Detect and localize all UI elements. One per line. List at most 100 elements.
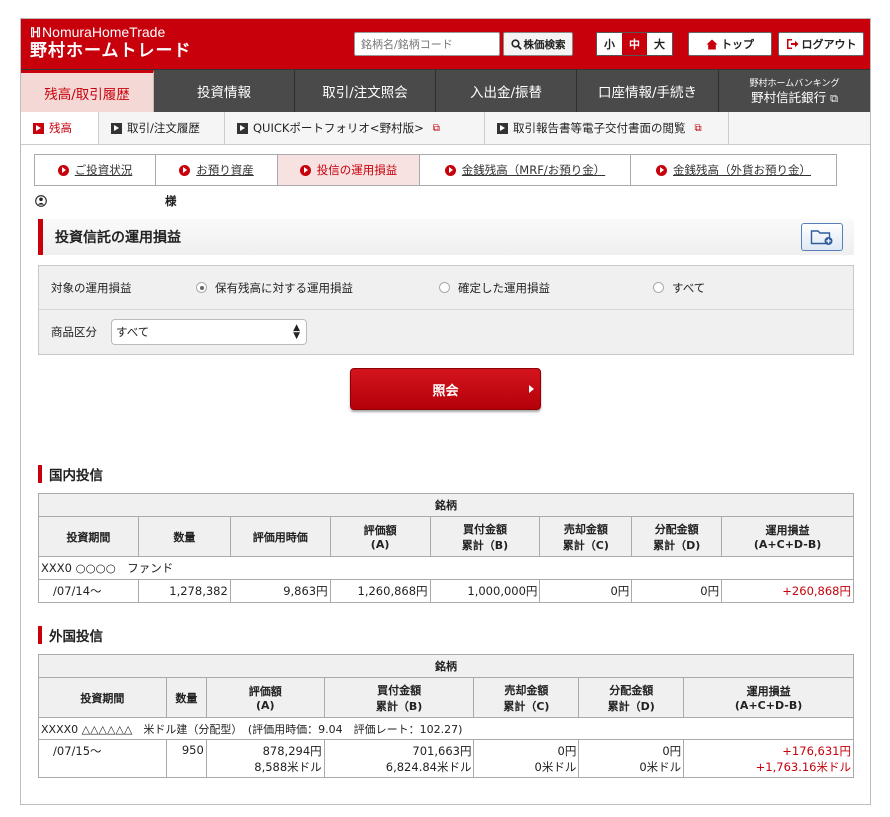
bank-large-label: 野村信託銀行 — [751, 89, 827, 105]
logo[interactable]: ℍNomuraHomeTrade 野村ホームトレード — [30, 24, 192, 61]
tab-fund-pnl[interactable]: 投信の運用損益 — [278, 155, 420, 185]
sale-cell: 0円 — [539, 579, 633, 603]
column-header: 投資期間 — [38, 516, 139, 557]
purchase-cell: 1,000,000円 — [429, 579, 541, 603]
font-size-selector: 小 中 大 — [596, 32, 673, 56]
foreign-heading: 外国投信 — [38, 626, 103, 645]
user-row: 様 — [35, 193, 177, 209]
sub-nav: 残高 取引/注文履歴 QUICKポートフォリオ<野村版> ⧉ 取引報告書等電子交付… — [21, 112, 870, 145]
sub-nav-balance-label: 残高 — [49, 121, 72, 135]
foreign-table: 銘柄 投資期間 数量 評価額 (A) 買付金額 累計（B) 売却金額 累計（C) 分配… — [38, 654, 854, 778]
top-button-label: トップ — [721, 38, 754, 51]
column-header: 分配金額 累計（D) — [578, 677, 685, 718]
column-header: 数量 — [137, 516, 231, 557]
main-nav-nomura-bank[interactable]: 野村ホームバンキング 野村信託銀行 ⧉ — [719, 70, 870, 112]
logout-button-label: ログアウト — [801, 38, 857, 51]
user-suffix: 様 — [165, 194, 177, 208]
column-header: 売却金額 累計（C) — [539, 516, 633, 557]
radio-holding-pnl[interactable]: 保有残高に対する運用損益 — [196, 280, 353, 296]
font-size-small[interactable]: 小 — [597, 33, 622, 55]
updown-arrow-icon: ▲ ▼ — [293, 323, 300, 341]
sub-nav-balance[interactable]: 残高 — [21, 112, 99, 144]
column-header: 投資期間 — [38, 677, 167, 718]
sub-nav-quick-portfolio[interactable]: QUICKポートフォリオ<野村版> ⧉ — [225, 112, 485, 144]
arrow-circle-icon — [444, 164, 456, 176]
eval-amount-cell: 878,294円 8,588米ドル — [205, 739, 325, 778]
target-pnl-label: 対象の運用損益 — [51, 280, 132, 295]
column-header: 分配金額 累計（D) — [631, 516, 723, 557]
main-nav: 残高/取引履歴 投資情報 取引/注文照会 入出金/振替 口座情報/手続き 野村ホ… — [21, 69, 870, 112]
column-header: 買付金額 累計（B) — [429, 516, 541, 557]
font-size-medium[interactable]: 中 — [622, 33, 647, 55]
sub-nav-electronic-reports[interactable]: 取引報告書等電子交付書面の閲覧 ⧉ — [485, 112, 729, 144]
column-header: 銘柄 — [38, 654, 854, 678]
sub-nav-order-history[interactable]: 取引/注文履歴 — [99, 112, 225, 144]
distribution-cell: 0円 — [631, 579, 723, 603]
column-header: 評価額 (A) — [205, 677, 325, 718]
sale-cell: 0円 0米ドル — [473, 739, 580, 778]
arrow-circle-icon — [299, 164, 311, 176]
fund-name: XXX0 ○○○○ ファンド — [38, 556, 854, 580]
main-nav-orders[interactable]: 取引/注文照会 — [295, 70, 436, 112]
external-link-icon: ⧉ — [830, 91, 838, 105]
search-icon — [510, 38, 522, 50]
logout-button[interactable]: ログアウト — [778, 32, 864, 56]
query-button-label: 照会 — [432, 383, 459, 399]
header: ℍNomuraHomeTrade 野村ホームトレード 株価検索 小 中 大 トッ… — [21, 19, 870, 69]
tab-cash-mrf[interactable]: 金銭残高（MRF/お預り金） — [420, 155, 631, 185]
logo-mark-icon: ℍ — [30, 25, 42, 40]
arrow-square-icon — [497, 122, 508, 134]
search-input[interactable] — [354, 32, 500, 56]
home-icon — [706, 39, 718, 49]
domestic-table: 銘柄 投資期間 数量 評価用時価 評価額 (A) 買付金額 累計（B) 売却金額 累計… — [38, 493, 854, 603]
bank-small-label: 野村ホームバンキング — [749, 78, 840, 89]
folder-add-icon — [810, 230, 833, 245]
radio-all[interactable]: すべて — [653, 280, 705, 296]
foreign-header-row: 投資期間 数量 評価額 (A) 買付金額 累計（B) 売却金額 累計（C) 分配金額累… — [38, 677, 854, 718]
main-nav-investment-info[interactable]: 投資情報 — [154, 70, 295, 112]
category-select[interactable]: すべて ▲ ▼ — [111, 319, 307, 345]
column-header: 売却金額 累計（C) — [473, 677, 580, 718]
radio-dot — [439, 282, 450, 293]
tab-investment-status[interactable]: ご投資状況 — [35, 155, 156, 185]
main-nav-account-info[interactable]: 口座情報/手続き — [577, 70, 719, 112]
external-link-icon: ⧉ — [694, 122, 702, 134]
tab-assets[interactable]: お預り資産 — [156, 155, 278, 185]
tab-cash-foreign[interactable]: 金銭残高（外貨お預り金） — [631, 155, 836, 185]
distribution-cell: 0円 0米ドル — [578, 739, 685, 778]
fund-name: XXXX0 △△△△△△ 米ドル建（分配型） (評価用時価：9.04 評価レート… — [38, 717, 854, 740]
top-button[interactable]: トップ — [688, 32, 772, 56]
purchase-cell: 701,663円 6,824.84米ドル — [323, 739, 475, 778]
folder-add-button[interactable] — [801, 223, 843, 251]
sub-nav-electronic-reports-label: 取引報告書等電子交付書面の閲覧 — [513, 121, 686, 135]
stock-search-label: 株価検索 — [523, 38, 566, 51]
logo-jp: 野村ホームトレード — [30, 41, 192, 61]
eval-price-cell: 9,863円 — [229, 579, 331, 603]
domestic-header-row: 投資期間 数量 評価用時価 評価額 (A) 買付金額 累計（B) 売却金額 累計（C)… — [38, 516, 854, 557]
balance-tabs: ご投資状況 お預り資産 投信の運用損益 金銭残高（MRF/お預り金） 金銭残高（… — [34, 154, 837, 186]
pnl-cell: +260,868円 — [721, 579, 854, 603]
query-button[interactable]: 照会 — [350, 368, 541, 410]
quantity-cell: 950 — [165, 739, 207, 778]
quantity-cell: 1,278,382 — [137, 579, 231, 603]
domestic-heading: 国内投信 — [38, 465, 103, 484]
radio-realized-pnl[interactable]: 確定した運用損益 — [439, 280, 550, 296]
stock-search-button[interactable]: 株価検索 — [503, 32, 573, 56]
sub-nav-order-history-label: 取引/注文履歴 — [127, 121, 200, 135]
external-link-icon: ⧉ — [432, 122, 440, 134]
arrow-circle-icon — [656, 164, 667, 176]
font-size-large[interactable]: 大 — [647, 33, 672, 55]
page-title: 投資信託の運用損益 — [38, 219, 854, 255]
column-header: 運用損益 (A+C+D-B) — [683, 677, 854, 718]
main-nav-deposit-transfer[interactable]: 入出金/振替 — [436, 70, 577, 112]
arrow-right-icon — [529, 385, 534, 393]
column-header: 評価用時価 — [229, 516, 331, 557]
arrow-circle-icon — [179, 164, 191, 176]
column-header: 買付金額 累計（B) — [323, 677, 475, 718]
logout-icon — [786, 39, 798, 49]
user-icon — [35, 195, 47, 207]
table-row: /07/14～ 1,278,382 9,863円 1,260,868円 1,00… — [38, 579, 854, 603]
page-frame: ℍNomuraHomeTrade 野村ホームトレード 株価検索 小 中 大 トッ… — [20, 18, 871, 805]
main-nav-balance-history[interactable]: 残高/取引履歴 — [21, 70, 154, 112]
table-row: /07/15～ 950 878,294円 8,588米ドル 701,663円 6,8… — [38, 739, 854, 778]
